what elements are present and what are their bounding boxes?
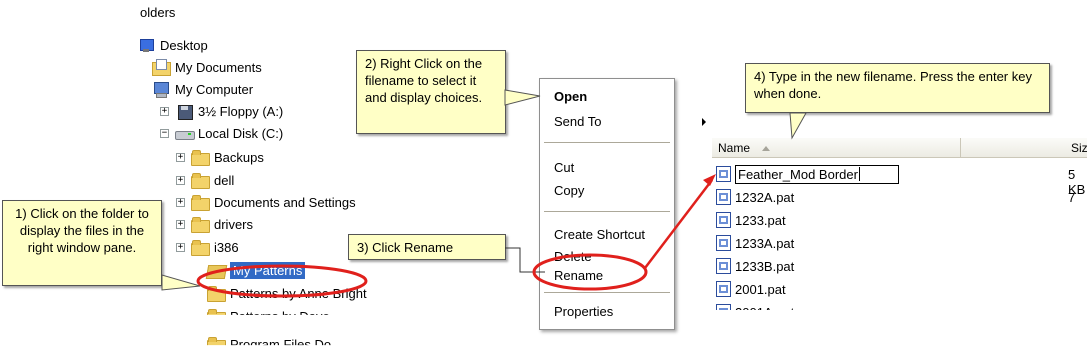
open-folder-icon — [207, 262, 225, 278]
floppy-drive-icon — [175, 103, 193, 120]
folder-icon — [207, 285, 226, 302]
menu-item-properties[interactable]: Properties — [554, 301, 613, 321]
my-documents-icon — [152, 59, 171, 76]
pattern-file-icon — [716, 258, 731, 274]
pattern-file-icon — [716, 166, 731, 182]
context-menu: Open Send To Cut Copy Create Shortcut De… — [539, 78, 706, 330]
menu-item-create-shortcut[interactable]: Create Shortcut — [554, 224, 645, 244]
folder-icon — [191, 149, 210, 166]
folder-icon — [207, 336, 226, 346]
submenu-arrow-icon — [702, 118, 706, 126]
menu-separator — [544, 211, 670, 212]
tree-item-patterns-by-anne-bright[interactable]: Patterns by Anne Bright — [207, 282, 367, 304]
tree-item-local-disk[interactable]: − Local Disk (C:) — [160, 122, 283, 144]
pattern-file-icon — [716, 304, 731, 310]
hard-disk-icon — [175, 125, 195, 141]
menu-item-open[interactable]: Open — [554, 86, 587, 106]
menu-item-label: Send To — [554, 113, 602, 129]
my-computer-icon — [152, 81, 170, 98]
folder-icon — [191, 194, 210, 211]
text-caret — [858, 167, 860, 181]
file-name: 2001A.pat — [735, 304, 795, 320]
menu-item-delete[interactable]: Delete — [554, 246, 592, 266]
menu-item-cut[interactable]: Cut — [554, 157, 574, 177]
sort-ascending-icon — [762, 145, 771, 151]
callout-step-1: 1) Click on the folder to display the fi… — [2, 200, 162, 286]
tree-item-drivers[interactable]: + drivers — [176, 213, 253, 235]
collapse-icon[interactable]: − — [160, 128, 169, 138]
pattern-file-icon — [716, 212, 731, 228]
file-row[interactable]: 1233.pat — [716, 210, 786, 230]
callout-step-3: 3) Click Rename — [348, 234, 506, 260]
tree-item-my-documents[interactable]: My Documents — [152, 56, 262, 78]
folders-pane-title: olders — [140, 5, 176, 20]
file-list-header: Name Size — [712, 138, 1087, 158]
menu-separator — [544, 292, 670, 293]
tree-item-my-computer[interactable]: My Computer — [152, 78, 253, 100]
tree-item-dell[interactable]: + dell — [176, 169, 234, 191]
file-row[interactable]: 1233A.pat — [716, 233, 794, 253]
column-header-size[interactable]: Size — [961, 138, 1087, 158]
tree-item-desktop[interactable]: Desktop — [137, 34, 208, 56]
folder-icon — [191, 239, 210, 256]
folder-icon — [191, 172, 210, 189]
expand-icon[interactable]: + — [176, 152, 185, 162]
callout-step-2: 2) Right Click on the filename to select… — [356, 50, 506, 134]
file-row[interactable]: 1232A.pat — [716, 187, 794, 207]
file-row[interactable]: 1233B.pat — [716, 256, 794, 276]
file-row[interactable]: 2001.pat — [716, 279, 786, 299]
desktop-icon — [137, 37, 155, 53]
expand-icon[interactable]: + — [176, 197, 185, 207]
file-name: 1232A.pat — [735, 189, 795, 205]
file-row[interactable]: 2001A.pat — [716, 302, 795, 320]
file-row-editing[interactable]: Feather_Mod Border — [716, 164, 899, 184]
tree-item-my-patterns[interactable]: My Patterns — [207, 259, 306, 281]
expand-icon[interactable]: + — [160, 106, 169, 116]
tree-item-backups[interactable]: + Backups — [176, 146, 264, 168]
file-name: 1233B.pat — [735, 258, 795, 274]
tree-item-documents-and-settings[interactable]: + Documents and Settings — [176, 191, 356, 213]
expand-icon[interactable]: + — [176, 175, 185, 185]
expand-icon[interactable]: + — [176, 242, 185, 252]
pattern-file-icon — [716, 189, 731, 205]
folder-icon — [191, 216, 210, 233]
callout-step-4: 4) Type in the new filename. Press the e… — [745, 63, 1050, 113]
tree-item-i386[interactable]: + i386 — [176, 236, 239, 258]
rename-input[interactable]: Feather_Mod Border — [735, 164, 899, 184]
tree-item-floppy[interactable]: + 3½ Floppy (A:) — [160, 100, 283, 122]
file-name: 1233.pat — [735, 212, 786, 228]
file-name: 1233A.pat — [735, 235, 795, 251]
file-name: 2001.pat — [735, 281, 786, 297]
menu-item-send-to[interactable]: Send To — [554, 111, 706, 131]
menu-separator — [544, 142, 670, 143]
menu-item-copy[interactable]: Copy — [554, 180, 584, 200]
column-header-name[interactable]: Name — [712, 138, 961, 158]
menu-item-rename[interactable]: Rename — [554, 265, 603, 285]
expand-icon[interactable]: + — [176, 219, 185, 229]
pattern-file-icon — [716, 281, 731, 297]
pattern-file-icon — [716, 235, 731, 251]
